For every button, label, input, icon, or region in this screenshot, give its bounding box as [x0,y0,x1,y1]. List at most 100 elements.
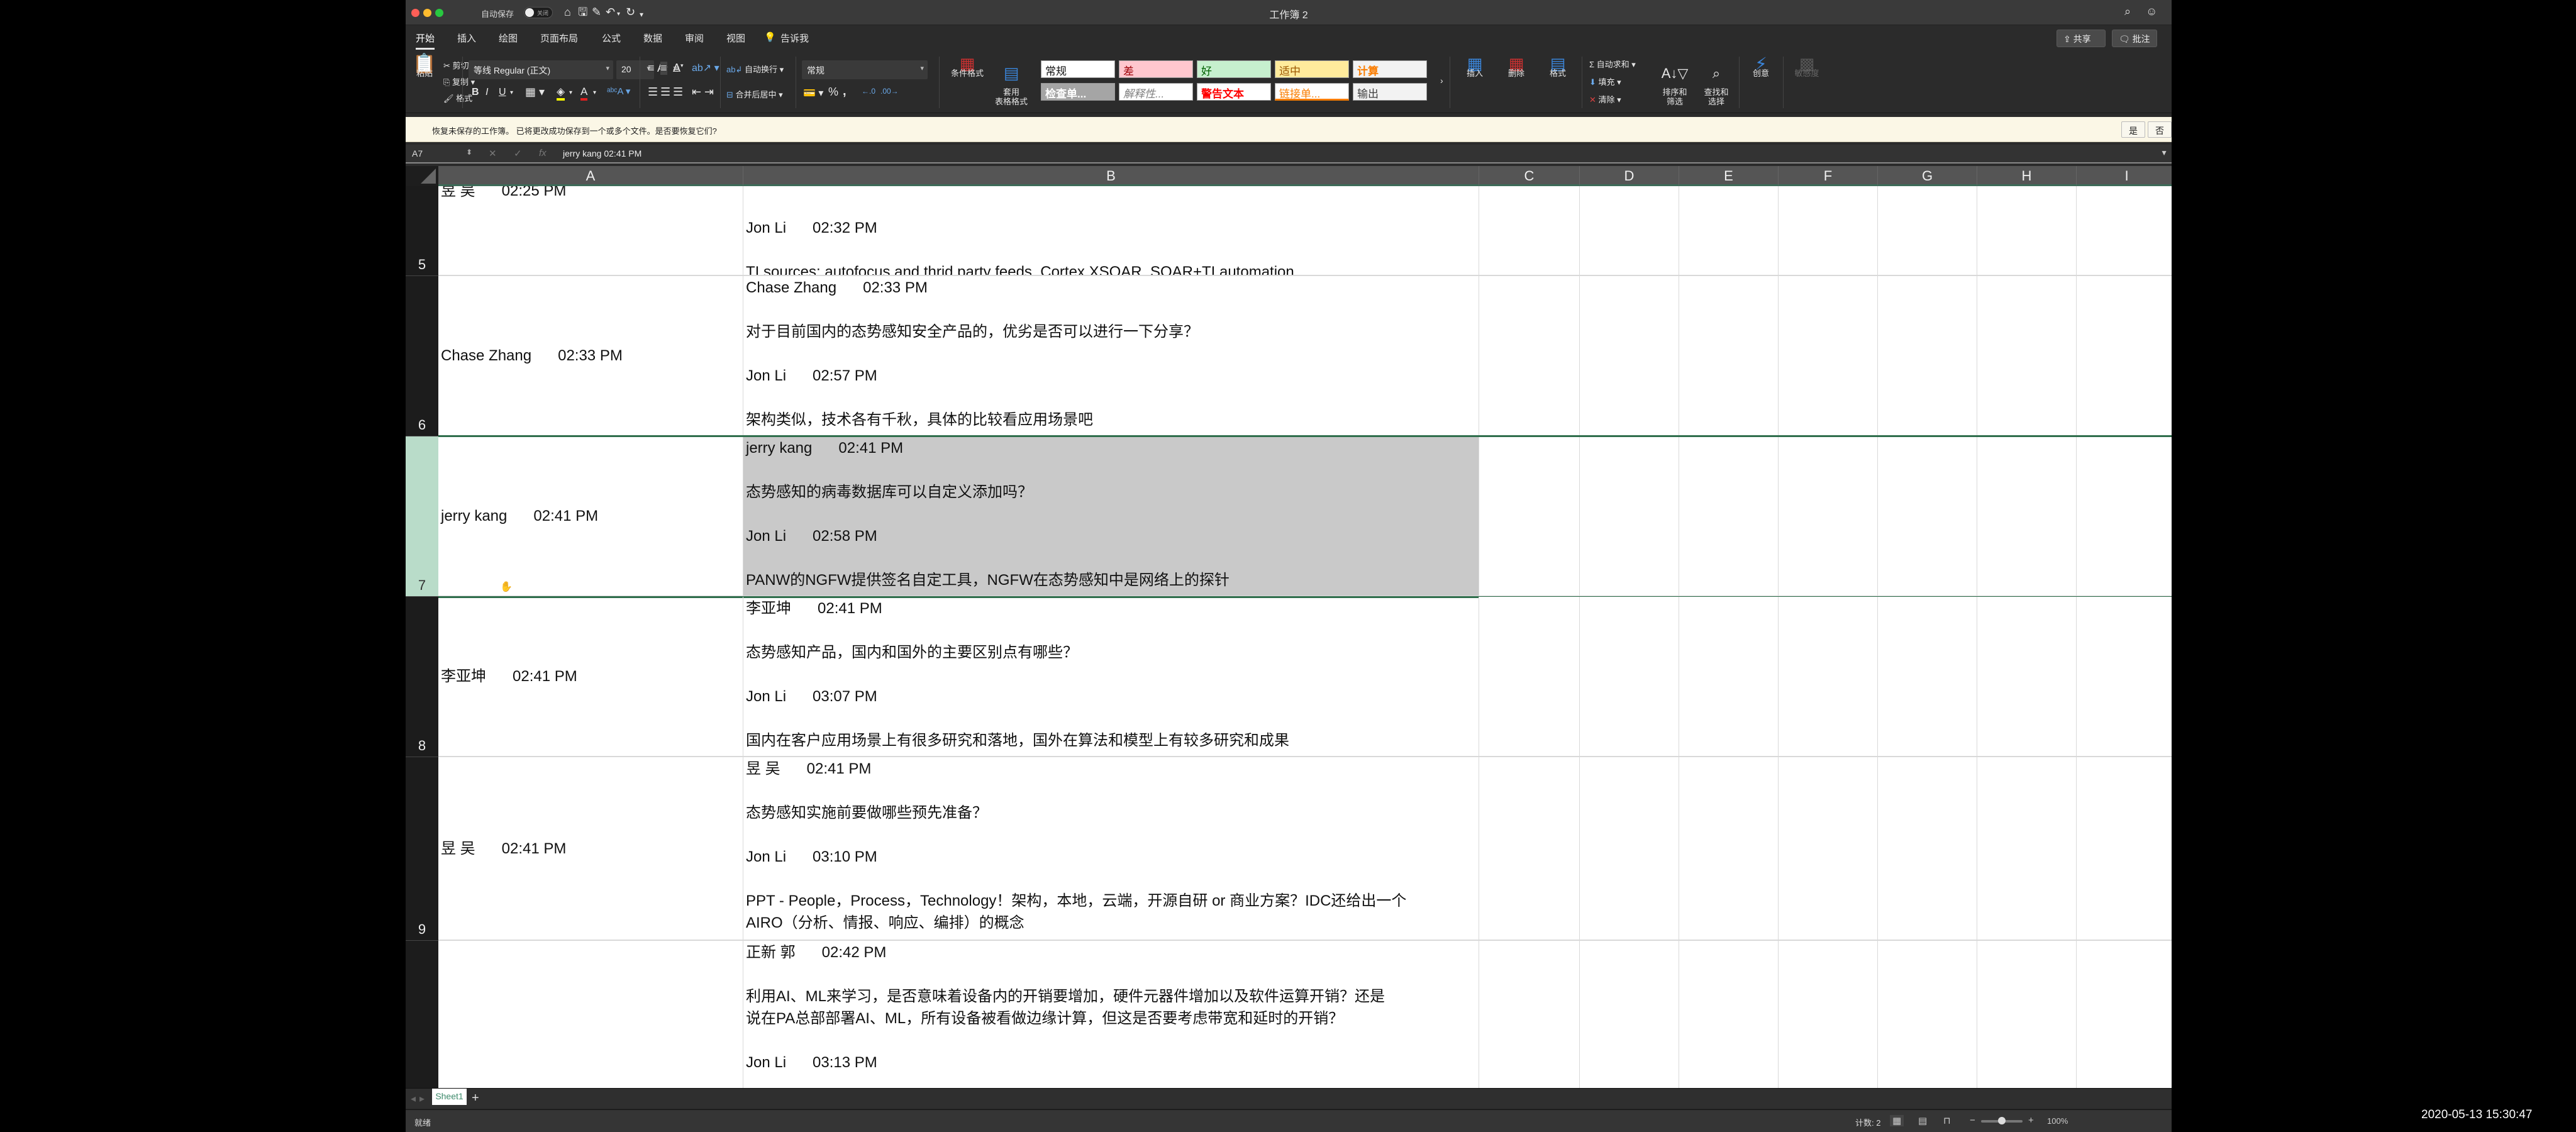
find-select-button[interactable]: ⌕ 查找和 选择 [1699,59,1734,116]
decrease-decimal-icon[interactable]: .00→ [880,87,899,96]
cell-h9[interactable] [1977,757,2077,941]
font-color-dropdown-icon[interactable]: ▾ [593,89,596,96]
cell-d9[interactable] [1580,757,1679,941]
cell-e7[interactable] [1679,436,1779,597]
cell-c8[interactable] [1479,597,1580,757]
cut-button[interactable]: ✂ 剪切 [443,59,469,71]
tab-draw[interactable]: 绘图 [499,31,518,45]
borders-icon[interactable]: ▦ ▾ [525,86,545,99]
formula-input[interactable]: jerry kang 02:41 PM [563,148,641,158]
cell-f5[interactable] [1779,182,1878,276]
format-painter-button[interactable]: 🖌 格式 [443,92,472,104]
insert-function-icon[interactable]: fx [539,148,547,158]
paste-button[interactable]: 📋 粘贴 [412,55,437,79]
cell-d10[interactable] [1580,941,1679,1088]
feedback-smiley-icon[interactable]: ☺ [2146,5,2157,18]
orientation-icon[interactable]: ab↗ ▾ [692,62,719,74]
align-bottom-icon[interactable]: ≡ [673,63,680,76]
tab-view[interactable]: 视图 [726,31,745,45]
cell-d5[interactable] [1580,182,1679,276]
cell-style-item[interactable]: 解释性... [1119,83,1193,101]
tab-page-layout[interactable]: 页面布局 [540,31,578,45]
font-name-select[interactable]: 等线 Regular (正文) ▾ [469,60,613,79]
cell-g6[interactable] [1878,276,1977,436]
normal-view-icon[interactable]: ▦ [1890,1115,1904,1126]
comma-style-button[interactable]: , [843,84,847,99]
column-header-f[interactable]: F [1779,166,1878,186]
cell-i6[interactable] [2077,276,2172,436]
cell-i8[interactable] [2077,597,2172,757]
cell-style-item[interactable]: 链接单... [1275,83,1349,101]
cell-h5[interactable] [1977,182,2077,276]
column-header-b[interactable]: B [743,166,1479,186]
select-all-button[interactable] [406,166,438,186]
tab-insert[interactable]: 插入 [457,31,476,45]
clear-button[interactable]: ✕ 清除 ▾ [1589,93,1621,105]
align-right-icon[interactable]: ☰ [673,86,683,99]
worksheet-grid[interactable]: ABCDEFGHI5昱 吴 02:25 PM Jon Li 02:32 PM TI so… [406,166,2172,1088]
fill-button[interactable]: ⬇ 填充 ▾ [1589,75,1621,87]
cell-e6[interactable] [1679,276,1779,436]
number-format-select[interactable]: 常规 ▾ [802,60,928,79]
cell-a6[interactable]: Chase Zhang 02:33 PM [438,276,743,436]
phonetic-icon[interactable]: ᵃᵇᶜA ▾ [607,86,630,97]
underline-button[interactable]: U [499,87,506,98]
tab-formulas[interactable]: 公式 [602,31,621,45]
underline-dropdown-icon[interactable]: ▾ [510,89,513,96]
page-layout-view-icon[interactable]: ▤ [1918,1115,1927,1126]
increase-indent-icon[interactable]: ⇥ [704,86,714,99]
tab-review[interactable]: 审阅 [685,31,704,45]
recover-yes-button[interactable]: 是 [2121,121,2145,138]
cell-e10[interactable] [1679,941,1779,1088]
column-header-i[interactable]: I [2077,166,2172,186]
ideas-button[interactable]: ⚡ 创意 [1745,55,1777,79]
autosum-button[interactable]: Σ 自动求和 ▾ [1589,58,1636,70]
zoom-in-icon[interactable]: + [2028,1115,2034,1126]
cell-a8[interactable]: 李亚坤 02:41 PM [438,597,743,757]
cell-i10[interactable] [2077,941,2172,1088]
cell-a7[interactable]: jerry kang 02:41 PM ✋ [438,436,743,597]
cell-i5[interactable] [2077,182,2172,276]
cell-style-item[interactable]: 适中 [1275,60,1349,78]
cell-style-item[interactable]: 常规 [1041,60,1115,78]
cancel-entry-icon[interactable]: ✕ [489,148,497,159]
increase-decimal-icon[interactable]: ←.0 [862,87,875,96]
cell-b6[interactable]: Chase Zhang 02:33 PM 对于目前国内的态势感知安全产品的，优劣是否… [743,276,1479,436]
column-header-g[interactable]: G [1878,166,1977,186]
cell-h10[interactable] [1977,941,2077,1088]
format-cells-button[interactable]: ▤ 格式 [1540,55,1575,78]
font-color-icon[interactable]: A [580,86,588,101]
column-header-a[interactable]: A [438,166,743,186]
accounting-format-icon[interactable]: 💳 ▾ [803,87,823,99]
insert-cells-button[interactable]: ▦ 插入 [1457,55,1492,78]
name-box-stepper-icon[interactable]: ⬍ [466,148,472,157]
cell-style-item[interactable]: 计算 [1353,60,1427,78]
delete-cells-button[interactable]: ▦ 删除 [1499,55,1534,78]
merge-center-button[interactable]: ⊟ 合并后居中 ▾ [726,88,783,100]
sensitivity-button[interactable]: ▩ 敏感度 [1789,55,1824,78]
cell-c7[interactable] [1479,436,1580,597]
name-box[interactable]: A7 [412,148,423,158]
cell-b9[interactable]: 昱 吴 02:41 PM 态势感知实施前要做哪些预先准备？ Jon Li 03:10 P… [743,757,1479,941]
fill-color-dropdown-icon[interactable]: ▾ [569,89,572,96]
styles-more-chevron-icon[interactable]: › [1440,75,1443,86]
cell-h7[interactable] [1977,436,2077,597]
cell-f6[interactable] [1779,276,1878,436]
cell-i7[interactable] [2077,436,2172,597]
column-header-d[interactable]: D [1580,166,1679,186]
percent-style-button[interactable]: % [828,86,838,99]
align-middle-icon[interactable]: ≡ [660,62,667,75]
zoom-level[interactable]: 100% [2047,1116,2068,1126]
bold-button[interactable]: B [472,87,479,98]
cell-d6[interactable] [1580,276,1679,436]
cell-b5[interactable]: Jon Li 02:32 PM TI sources: autofocus and … [743,182,1479,276]
cell-c9[interactable] [1479,757,1580,941]
zoom-out-icon[interactable]: − [1970,1115,1975,1126]
cell-c6[interactable] [1479,276,1580,436]
row-header-6[interactable]: 6 [406,276,438,436]
column-header-e[interactable]: E [1679,166,1779,186]
cell-g10[interactable] [1878,941,1977,1088]
cell-h6[interactable] [1977,276,2077,436]
italic-button[interactable]: I [486,87,488,98]
cell-b7[interactable]: jerry kang 02:41 PM 态势感知的病毒数据库可以自定义添加吗？ Jon… [743,436,1479,597]
